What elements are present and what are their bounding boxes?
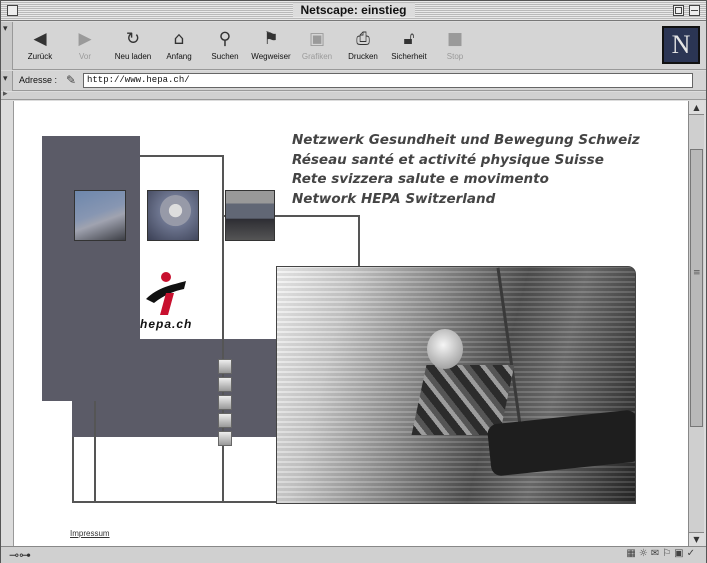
home-button[interactable]: ⌂ Anfang: [156, 26, 202, 66]
man-legs: [486, 409, 635, 477]
reload-button-label: Neu laden: [114, 52, 152, 61]
impressum-link[interactable]: Impressum: [70, 529, 110, 538]
photo-man-on-rope-swing: [276, 266, 636, 504]
hepa-logo-text: hepa.ch: [140, 317, 193, 331]
search-button[interactable]: ⚲ Suchen: [202, 26, 248, 66]
outline-top: [140, 155, 224, 157]
address-input[interactable]: http://www.hepa.ch/: [83, 73, 693, 88]
home-button-label: Anfang: [166, 52, 192, 61]
square-2: [218, 377, 232, 392]
guide-icon: ⚑: [263, 29, 279, 49]
back-arrow-icon: ◀: [33, 29, 47, 49]
browser-window: Netscape: einstieg ◀ Zurück ▶ Vor ↻ Neu …: [0, 0, 707, 563]
images-button-label: Grafiken: [301, 52, 333, 61]
images-button[interactable]: ▣ Grafiken: [294, 26, 340, 66]
page-content: hepa.ch Netzwerk Gesundheit und Bewegung…: [13, 101, 688, 546]
navigation-toolbar: ◀ Zurück ▶ Vor ↻ Neu laden ⌂ Anfang ⚲ Su…: [1, 22, 706, 70]
security-button-label: Sicherheit: [391, 52, 427, 61]
security-status-icon[interactable]: ⊸⊶: [9, 548, 31, 562]
search-button-label: Suchen: [211, 52, 239, 61]
stop-icon: ■: [446, 29, 464, 49]
photo-woman-cycling: [225, 190, 275, 241]
stop-button[interactable]: ■ Stop: [432, 26, 478, 66]
square-column: [218, 359, 232, 449]
address-bar-collapse-grip[interactable]: [1, 71, 13, 91]
address-label: Adresse :: [19, 75, 58, 85]
photo-boy-portrait: [147, 190, 199, 241]
photo-children-playing: [74, 190, 126, 241]
forward-arrow-icon: ▶: [78, 29, 92, 49]
square-5: [218, 431, 232, 446]
search-icon: ⚲: [218, 29, 232, 49]
print-button-label: Drucken: [348, 52, 378, 61]
outline-vertical-far-left: [72, 437, 74, 503]
headline-french[interactable]: Réseau santé et activité physique Suisse: [292, 151, 640, 171]
back-button[interactable]: ◀ Zurück: [17, 26, 63, 66]
close-box[interactable]: [7, 5, 18, 16]
status-bar: ⊸⊶ ▦☼✉⚐▣✓: [1, 546, 706, 563]
guide-button-label: Wegweiser: [251, 52, 291, 61]
headline-german[interactable]: Netzwerk Gesundheit und Bewegung Schweiz: [292, 131, 640, 151]
component-bar-icons[interactable]: ▦☼✉⚐▣✓: [626, 548, 698, 559]
square-1: [218, 359, 232, 374]
vertical-scrollbar[interactable]: ▲ ▼: [688, 101, 704, 546]
window-title: Netscape: einstieg: [292, 3, 415, 17]
guide-button[interactable]: ⚑ Wegweiser: [248, 26, 294, 66]
man-head: [427, 329, 463, 369]
address-bar: Adresse : ✎ http://www.hepa.ch/: [1, 71, 706, 91]
title-bar[interactable]: Netscape: einstieg: [1, 1, 706, 21]
home-icon: ⌂: [173, 29, 185, 49]
images-icon: ▣: [308, 29, 326, 49]
print-button[interactable]: ⎙ Drucken: [340, 26, 386, 66]
square-4: [218, 413, 232, 428]
headline-english[interactable]: Network HEPA Switzerland: [292, 190, 640, 210]
zoom-box[interactable]: [673, 5, 684, 16]
page-proxy-icon[interactable]: ✎: [66, 73, 76, 87]
reload-icon: ↻: [125, 29, 141, 49]
forward-button[interactable]: ▶ Vor: [62, 26, 108, 66]
reload-button[interactable]: ↻ Neu laden: [110, 26, 156, 66]
headline-italian[interactable]: Rete svizzera salute e movimento: [292, 170, 640, 190]
hepa-logo[interactable]: hepa.ch: [140, 271, 192, 331]
personal-toolbar-strip[interactable]: [1, 89, 706, 100]
lock-icon: 🔓︎: [403, 29, 415, 49]
netscape-logo[interactable]: N: [662, 26, 700, 64]
scroll-down-arrow-icon[interactable]: ▼: [689, 532, 704, 546]
square-3: [218, 395, 232, 410]
toolbar-collapse-grip[interactable]: [1, 22, 13, 70]
print-icon: ⎙: [356, 29, 370, 49]
dark-panel-bottom: [72, 339, 277, 437]
outline-vertical-left: [94, 401, 96, 503]
collapse-box[interactable]: [689, 5, 700, 16]
stop-button-label: Stop: [446, 52, 464, 61]
back-button-label: Zurück: [27, 52, 53, 61]
scroll-thumb[interactable]: [690, 149, 703, 427]
security-button[interactable]: 🔓︎ Sicherheit: [386, 26, 432, 66]
hepa-figure-icon: [146, 272, 186, 315]
headline-block: Netzwerk Gesundheit und Bewegung Schweiz…: [292, 131, 640, 209]
outline-vertical-center: [222, 155, 224, 503]
forward-button-label: Vor: [78, 52, 91, 61]
scroll-up-arrow-icon[interactable]: ▲: [689, 101, 704, 115]
